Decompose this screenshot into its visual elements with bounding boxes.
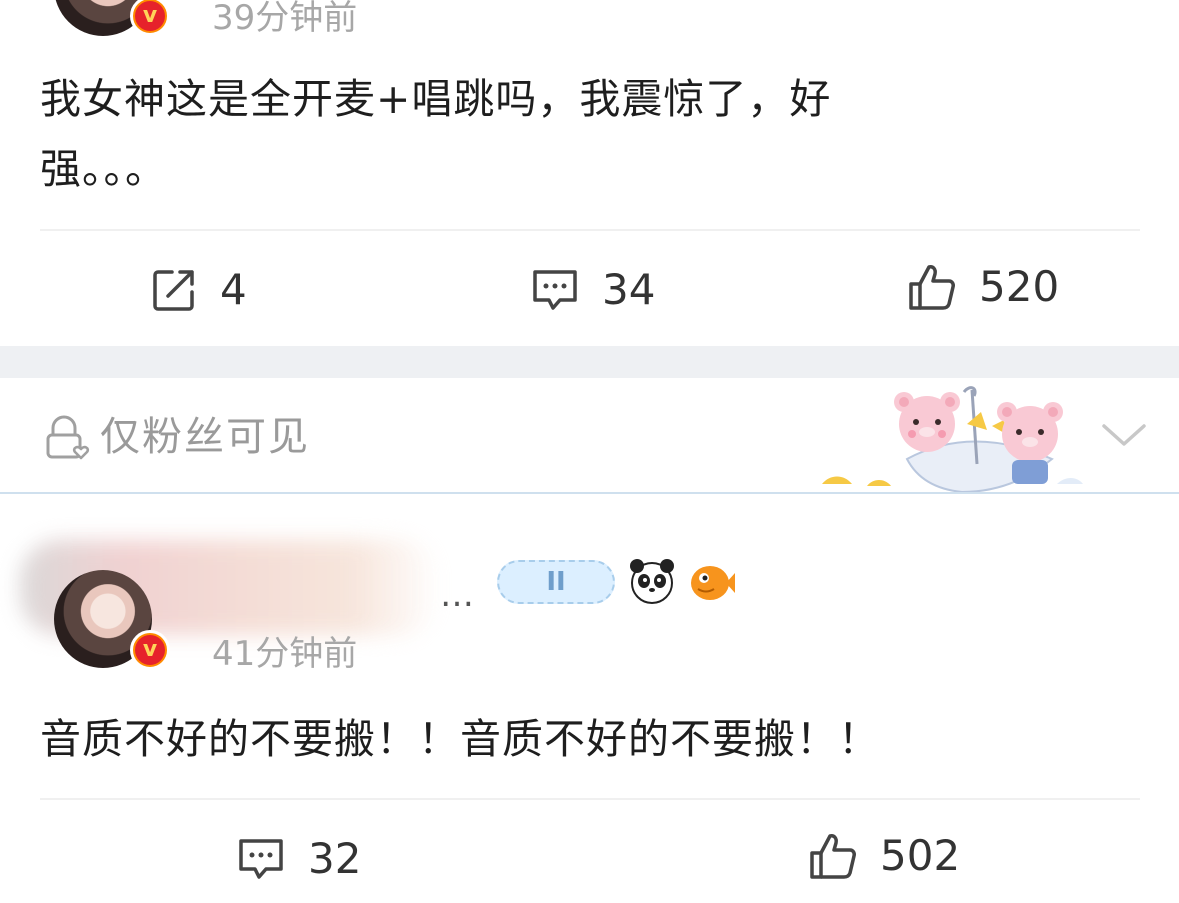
repost-button[interactable]: 4	[150, 265, 247, 315]
divider	[0, 492, 1179, 494]
comment-text-line: 强。。。	[40, 145, 167, 193]
verified-badge-icon: v	[130, 630, 170, 670]
chevron-down-icon[interactable]	[1100, 420, 1148, 450]
repost-count: 4	[220, 265, 247, 314]
verified-badge-icon: v	[130, 0, 170, 36]
fish-icon	[691, 566, 735, 600]
comment-button[interactable]: 34	[530, 265, 655, 315]
comment-time: 41分钟前	[212, 634, 358, 674]
username-ellipsis: …	[440, 575, 476, 615]
repost-icon	[153, 270, 194, 311]
comment-text: 音质不好的不要搬！！音质不好的不要搬！！	[40, 715, 880, 763]
comment-icon	[239, 839, 283, 879]
comment-icon	[533, 270, 577, 310]
fan-badge: II	[497, 560, 615, 604]
comment-time: 39分钟前	[212, 0, 358, 38]
fan-badge-label: II	[546, 567, 566, 597]
comment-text: 我女神这是全开麦+唱跳吗，我震惊了，好 强。。。	[40, 64, 980, 204]
divider	[40, 229, 1140, 231]
divider	[40, 798, 1140, 800]
comment-count: 32	[308, 834, 362, 883]
panda-icon	[630, 559, 674, 604]
like-count: 520	[979, 262, 1060, 311]
comment-button[interactable]: 32	[236, 834, 361, 884]
like-button[interactable]: 520	[907, 262, 1059, 312]
section-separator	[0, 346, 1179, 378]
like-icon	[810, 834, 856, 879]
comment-count: 34	[602, 265, 656, 314]
lock-icon	[46, 415, 90, 460]
visibility-label: 仅粉丝可见	[100, 414, 310, 460]
comment-text-line: 我女神这是全开麦+唱跳吗，我震惊了，好	[40, 75, 832, 123]
like-icon	[909, 265, 955, 310]
like-button[interactable]: 502	[808, 831, 960, 881]
like-count: 502	[880, 831, 961, 880]
bear-decoration	[822, 386, 1083, 494]
